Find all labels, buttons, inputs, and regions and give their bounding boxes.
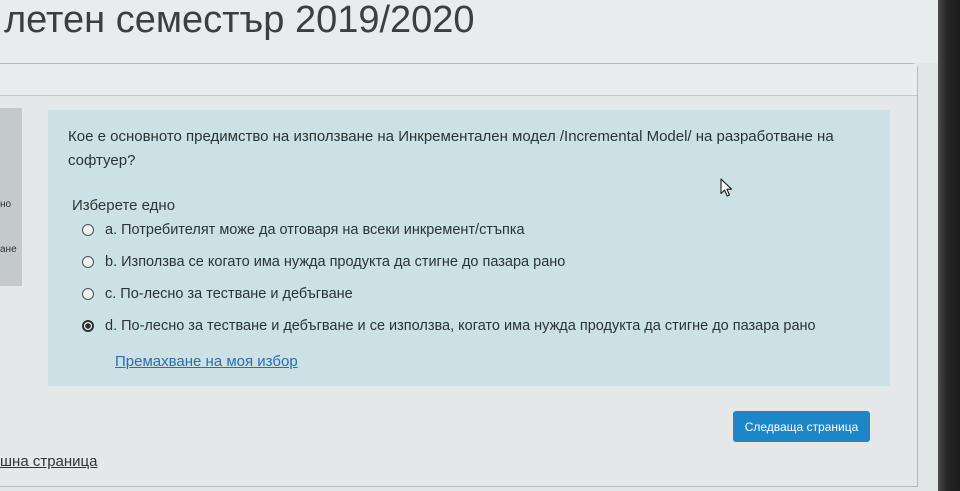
answer-list: a. Потребителят може да отговаря на всек… bbox=[82, 214, 816, 342]
flag-question-link[interactable]: ане bbox=[0, 244, 17, 256]
answer-radio-a[interactable] bbox=[82, 224, 94, 236]
answer-label-d: d. По-лесно за тестване и дебъгване и се… bbox=[105, 318, 816, 334]
answer-label-c: c. По-лесно за тестване и дебъгване bbox=[105, 286, 353, 302]
page-title: летен семестър 2019/2020 bbox=[4, 0, 475, 41]
answer-label-a: a. Потребителят може да отговаря на всек… bbox=[105, 222, 525, 238]
quiz-region-header bbox=[0, 64, 917, 95]
previous-page-button[interactable]: шна страница bbox=[0, 452, 97, 472]
divider bbox=[0, 95, 917, 96]
answer-option-d[interactable]: d. По-лесно за тестване и дебъгване и се… bbox=[82, 310, 816, 342]
answer-prompt: Изберете едно bbox=[72, 197, 176, 214]
clear-choice-link[interactable]: Премахване на моя избор bbox=[115, 353, 298, 371]
mouse-pointer-icon bbox=[720, 178, 733, 198]
question-info-panel: но ане bbox=[0, 108, 22, 286]
monitor-bezel bbox=[938, 0, 960, 491]
info-panel-text: но bbox=[0, 199, 12, 210]
answer-radio-d[interactable] bbox=[82, 320, 94, 332]
answer-label-b: b. Използва се когато има нужда продукта… bbox=[105, 254, 566, 270]
answer-radio-b[interactable] bbox=[82, 256, 94, 268]
next-page-button[interactable]: Следваща страница bbox=[733, 411, 870, 442]
answer-option-b[interactable]: b. Използва се когато има нужда продукта… bbox=[82, 246, 816, 278]
question-text: Кое е основното предимство на използване… bbox=[68, 128, 834, 169]
question-box: Кое е основното предимство на използване… bbox=[48, 110, 890, 386]
answer-option-a[interactable]: a. Потребителят може да отговаря на всек… bbox=[82, 214, 816, 246]
answer-radio-c[interactable] bbox=[82, 288, 94, 300]
answer-option-c[interactable]: c. По-лесно за тестване и дебъгване bbox=[82, 278, 816, 310]
